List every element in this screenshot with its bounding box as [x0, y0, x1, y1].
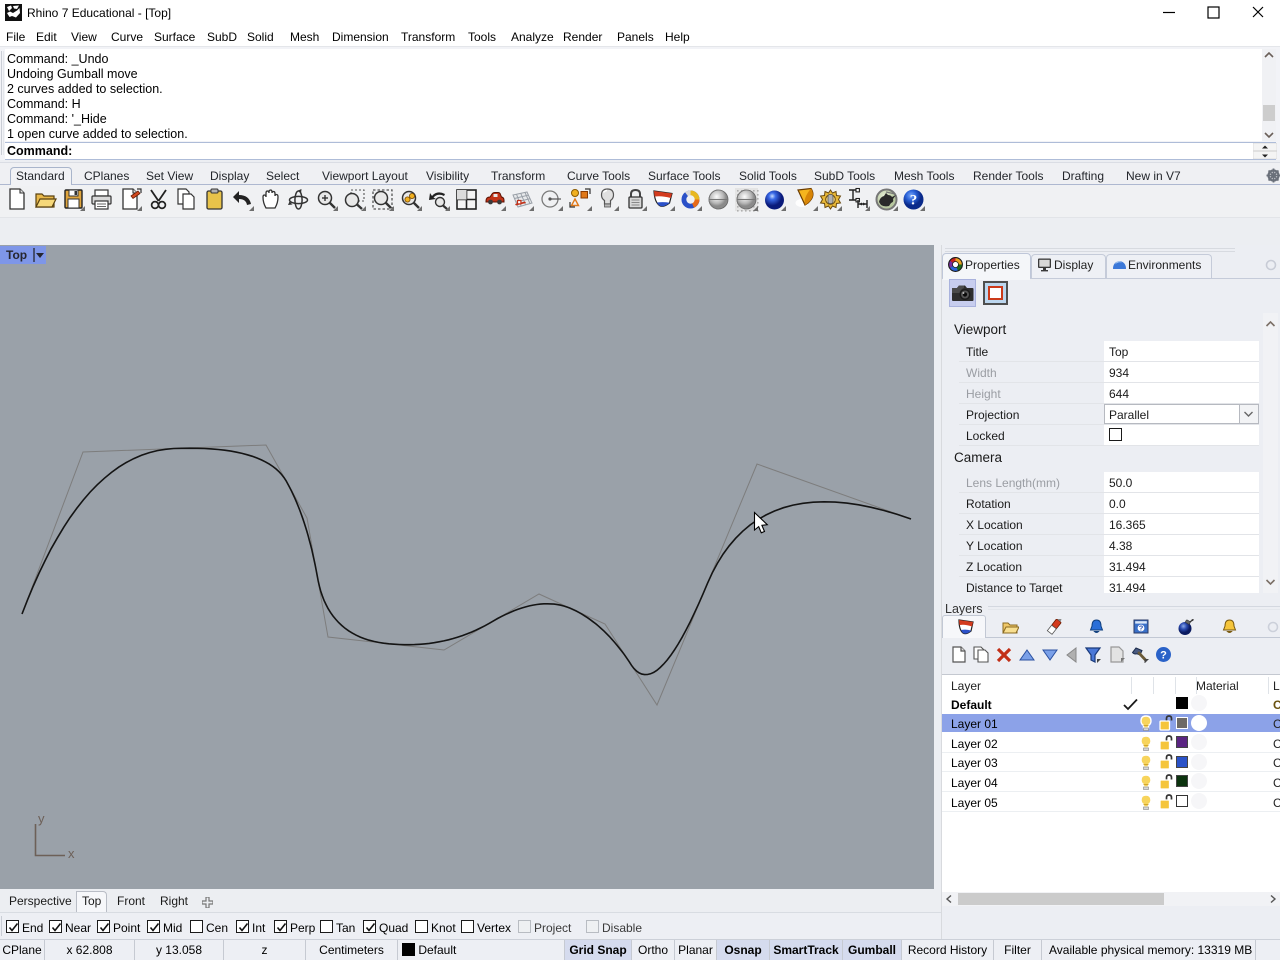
svg-text:?: ? [1139, 624, 1144, 633]
svg-text:x: x [68, 846, 75, 861]
svg-text:y: y [38, 811, 45, 826]
svg-text:?: ? [910, 193, 918, 209]
svg-text:?: ? [1160, 650, 1167, 662]
